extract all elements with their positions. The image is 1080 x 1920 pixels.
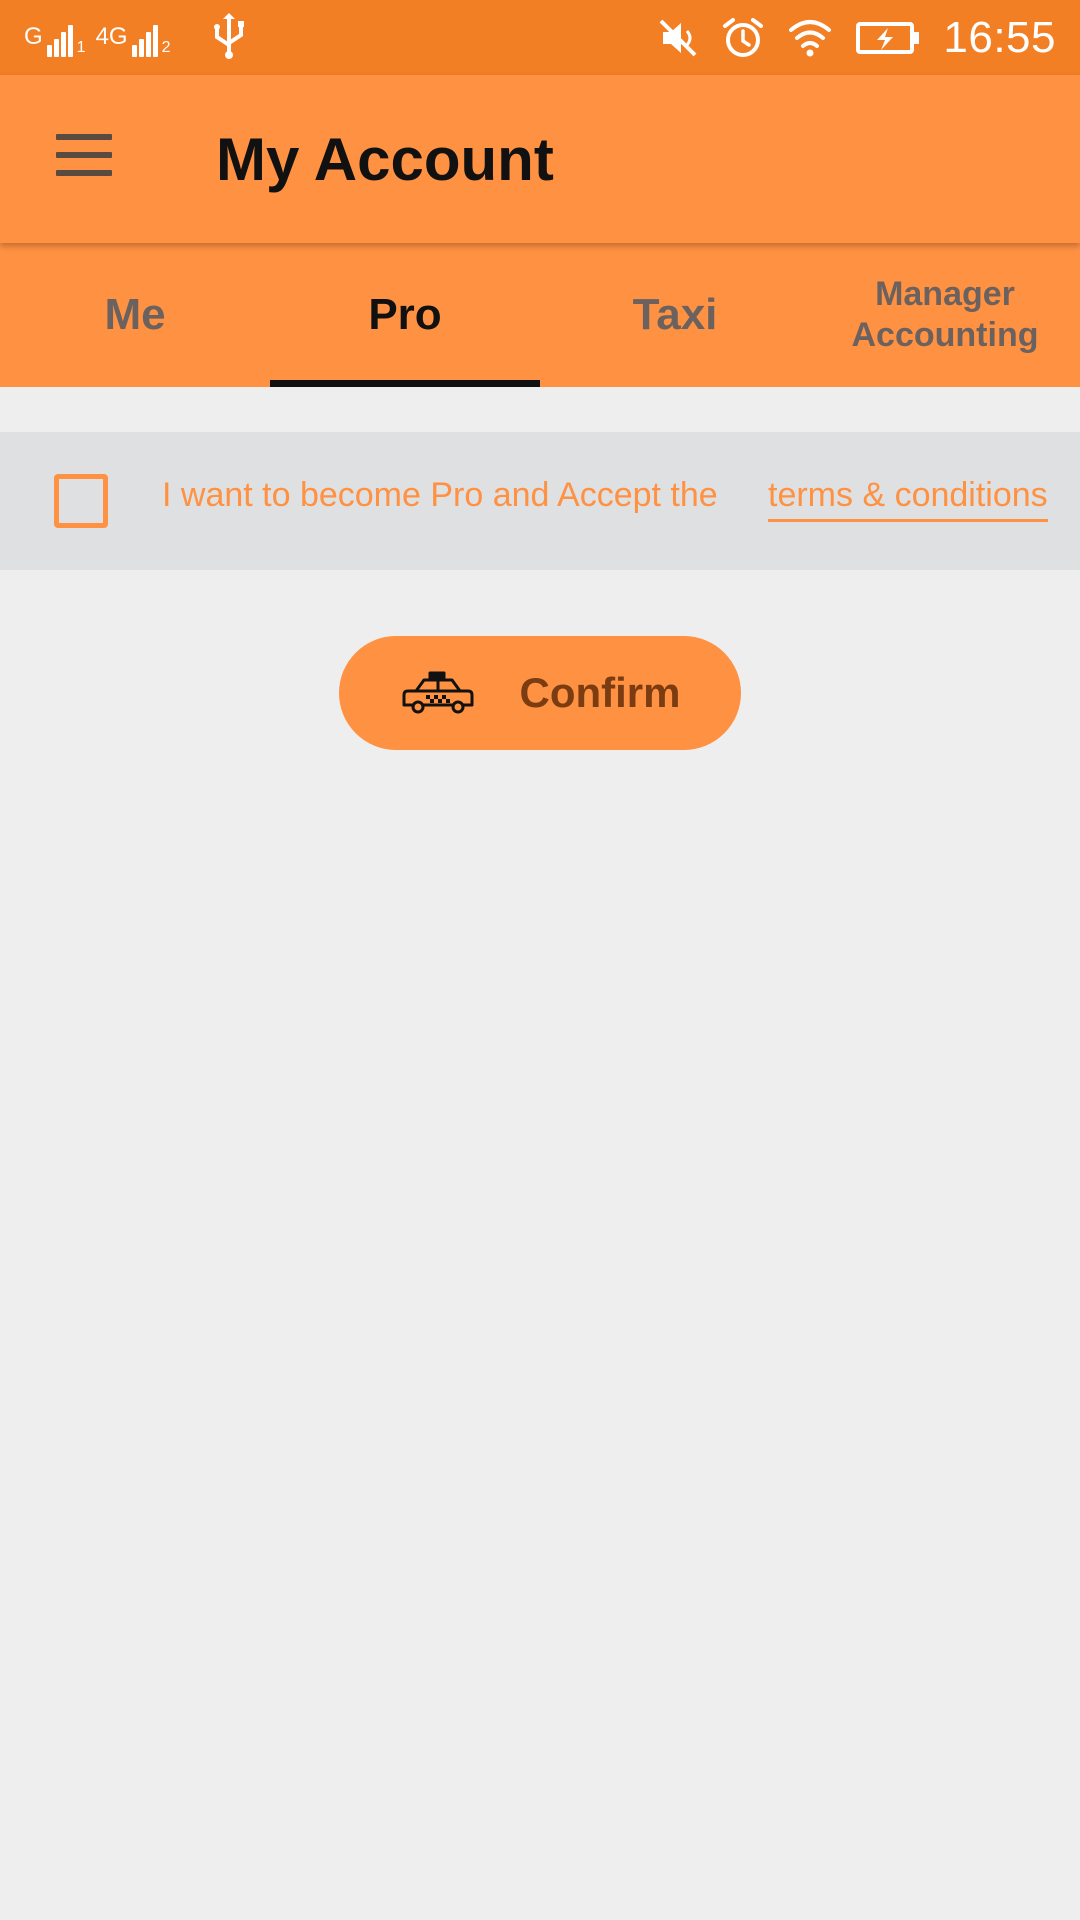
status-bar-left: G 1 4G 2	[24, 12, 249, 62]
tab-manager-accounting[interactable]: Manager Accounting	[810, 243, 1080, 387]
terms-row: I want to become Pro and Accept the term…	[0, 432, 1080, 570]
confirm-label: Confirm	[519, 669, 681, 716]
taxi-icon	[402, 671, 473, 714]
alarm-icon	[723, 18, 764, 57]
page-title: My Account	[216, 126, 554, 193]
accept-terms-checkbox[interactable]	[54, 474, 108, 528]
sim1-network-label: G	[24, 23, 43, 50]
sim1-index: 1	[76, 39, 86, 56]
battery-charging-icon	[856, 22, 920, 54]
sim2-network-label: 4G	[95, 23, 128, 50]
signal-sim1-icon: G 1 4G 2	[24, 17, 171, 57]
status-bar-right: 16:55	[657, 8, 1056, 68]
tab-bar: Me Pro Taxi Manager Accounting	[0, 243, 1080, 387]
tab-pro[interactable]: Pro	[270, 243, 540, 387]
tab-me[interactable]: Me	[0, 243, 270, 387]
clock: 16:55	[943, 13, 1056, 62]
terms-link[interactable]: terms & conditions	[768, 476, 1048, 522]
terms-text: I want to become Pro and Accept the	[162, 476, 718, 514]
tab-taxi[interactable]: Taxi	[540, 243, 810, 387]
sim2-index: 2	[161, 39, 171, 56]
confirm-button[interactable]: Confirm	[339, 636, 741, 750]
mute-icon	[659, 19, 697, 57]
status-bar: G 1 4G 2 16:55	[0, 0, 1080, 75]
wifi-icon	[789, 20, 832, 57]
usb-icon	[213, 13, 244, 59]
app-bar: My Account	[0, 75, 1080, 243]
menu-icon[interactable]	[38, 115, 130, 195]
